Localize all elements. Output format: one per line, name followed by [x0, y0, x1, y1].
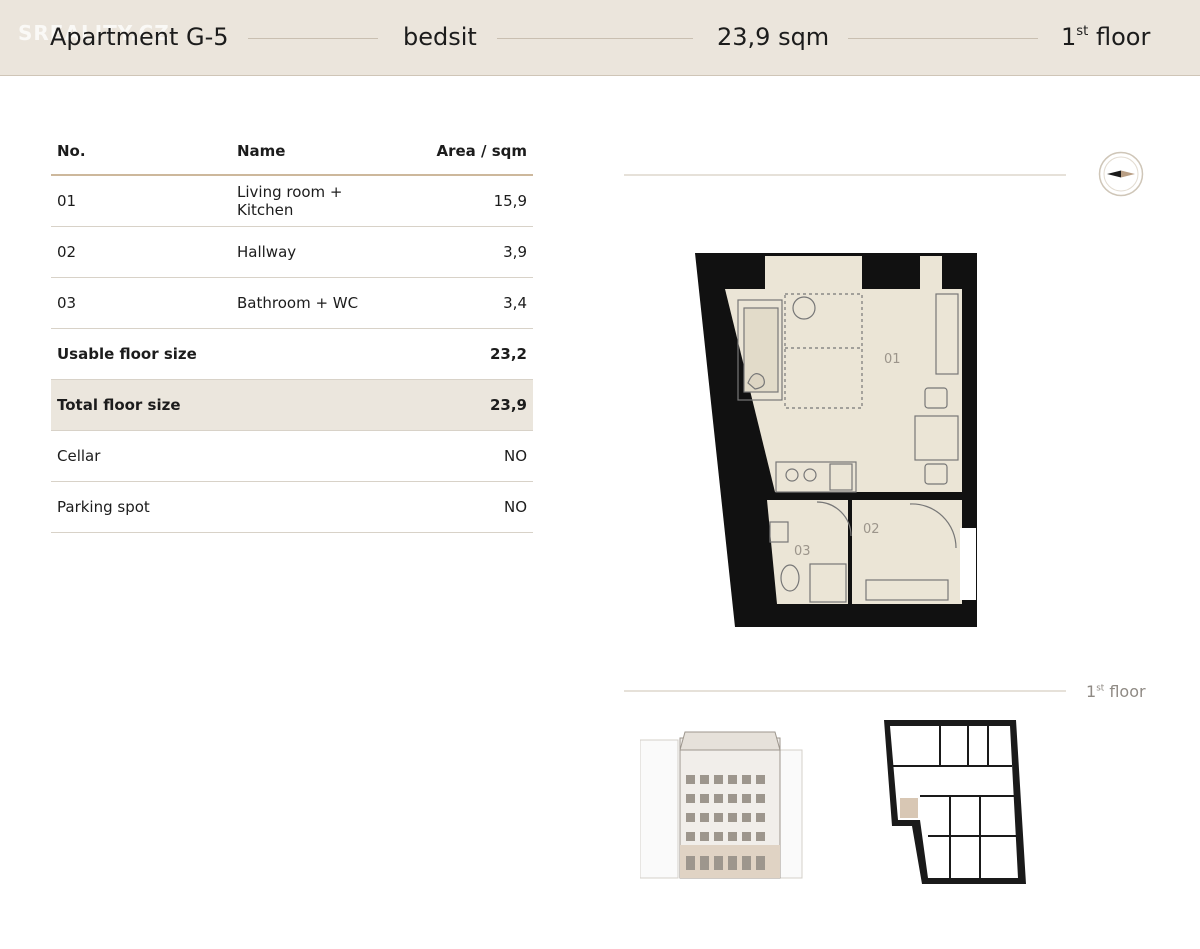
table-row: 01 Living room + Kitchen 15,9 [51, 175, 533, 227]
usable-floor-label: Usable floor size [51, 328, 401, 380]
compass-icon [1098, 151, 1144, 197]
cellar-value: NO [401, 430, 533, 482]
room-name: Living room + Kitchen [231, 175, 401, 227]
floor-label-suffix: st [1096, 683, 1105, 694]
floor-number: 1 [1061, 23, 1077, 51]
parking-label: Parking spot [51, 481, 401, 533]
room-area: 3,4 [401, 277, 533, 329]
total-floor-row: Total floor size 23,9 [51, 379, 533, 431]
cellar-label: Cellar [51, 430, 401, 482]
room-no: 01 [51, 175, 231, 227]
building-floor-map [884, 720, 1026, 884]
apartment-floor-plan: 01 02 03 [695, 253, 977, 627]
floor-label: 1st floor [1086, 682, 1146, 701]
floor-suffix: st [1076, 24, 1089, 40]
apartment-area: 23,9 sqm [717, 23, 830, 51]
room-no: 02 [51, 226, 231, 278]
table-header-row: No. Name Area / sqm [51, 128, 533, 176]
table-row: 02 Hallway 3,9 [51, 226, 533, 278]
room-area: 3,9 [401, 226, 533, 278]
header-divider [497, 38, 693, 39]
total-floor-label: Total floor size [51, 379, 401, 431]
apartment-name: Apartment G-5 [50, 23, 229, 51]
total-floor-value: 23,9 [401, 379, 533, 431]
col-header-name: Name [231, 128, 401, 176]
apartment-floor: 1st floor [1061, 22, 1150, 52]
apartment-type: bedsit [403, 23, 477, 51]
room-label-03: 03 [794, 544, 811, 559]
col-header-no: No. [51, 128, 231, 176]
room-label-01: 01 [884, 352, 901, 367]
usable-floor-row: Usable floor size 23,2 [51, 328, 533, 380]
floor-label-number: 1 [1086, 682, 1097, 701]
floor-label-word: floor [1109, 682, 1146, 701]
parking-row: Parking spot NO [51, 481, 533, 533]
room-label-02: 02 [863, 522, 880, 537]
room-name: Bathroom + WC [231, 277, 401, 329]
usable-floor-value: 23,2 [401, 328, 533, 380]
col-header-area: Area / sqm [401, 128, 533, 176]
parking-value: NO [401, 481, 533, 533]
header-divider [248, 38, 378, 39]
section-divider [624, 174, 1066, 176]
room-table: No. Name Area / sqm 01 Living room + Kit… [51, 128, 533, 533]
room-no: 03 [51, 277, 231, 329]
table-row: 03 Bathroom + WC 3,4 [51, 277, 533, 329]
cellar-row: Cellar NO [51, 430, 533, 482]
header-divider [848, 38, 1038, 39]
building-facade-drawing [640, 731, 803, 879]
floor-word: floor [1095, 23, 1151, 51]
room-area: 15,9 [401, 175, 533, 227]
room-name: Hallway [231, 226, 401, 278]
header-bar: SREALITY.CZ Apartment G-5 bedsit 23,9 sq… [0, 0, 1200, 76]
section-divider [624, 690, 1066, 692]
